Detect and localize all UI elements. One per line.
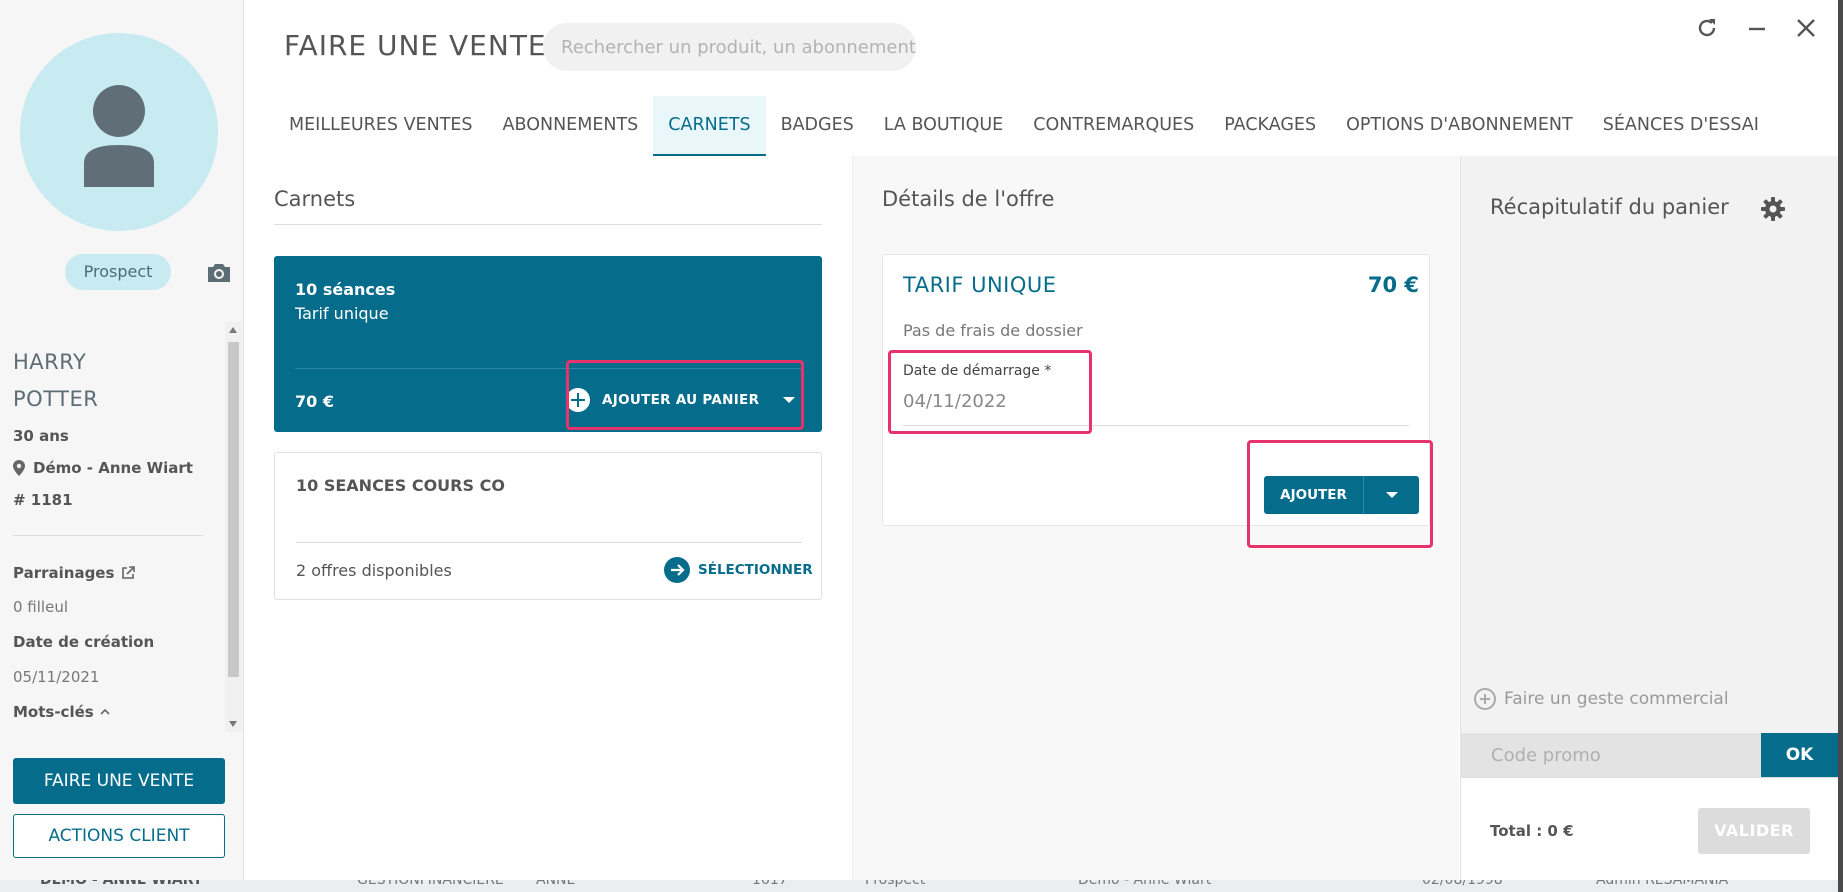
creation-date-label: Date de création: [13, 633, 155, 651]
offers-available: 2 offres disponibles: [296, 561, 452, 580]
tab-la-boutique[interactable]: LA BOUTIQUE: [869, 96, 1018, 156]
search-input[interactable]: [543, 23, 916, 71]
tab-options-d-abonnement[interactable]: OPTIONS D'ABONNEMENT: [1331, 96, 1588, 156]
page-title: FAIRE UNE VENTE: [284, 29, 547, 62]
tab-carnets[interactable]: CARNETS: [653, 96, 766, 156]
tab-séances-d-essai[interactable]: SÉANCES D'ESSAI: [1588, 96, 1774, 156]
highlight-box: [888, 350, 1092, 434]
tab-contremarques[interactable]: CONTREMARQUES: [1018, 96, 1209, 156]
arrow-right-circle-icon: [664, 557, 690, 583]
external-link-icon: [122, 566, 136, 579]
referrals-link[interactable]: Parrainages: [13, 564, 136, 582]
scroll-down-arrow-icon[interactable]: [229, 721, 237, 727]
offer-name: TARIF UNIQUE: [903, 273, 1057, 297]
keywords-label: Mots-clés: [13, 703, 94, 721]
select-label: SÉLECTIONNER: [698, 562, 813, 578]
commercial-gesture-label: Faire un geste commercial: [1504, 689, 1729, 709]
highlight-box: [566, 360, 804, 430]
client-last-name: POTTER: [13, 387, 99, 411]
tab-abonnements[interactable]: ABONNEMENTS: [488, 96, 654, 156]
sale-modal: Prospect HARRY POTTER 30 ans Démo - Anne…: [0, 0, 1838, 880]
avatar: [20, 33, 218, 231]
scrollbar-thumb[interactable]: [228, 342, 239, 677]
status-badge: Prospect: [65, 254, 171, 290]
commercial-gesture-link[interactable]: Faire un geste commercial: [1474, 688, 1729, 710]
validate-button[interactable]: VALIDER: [1698, 808, 1810, 854]
select-button[interactable]: SÉLECTIONNER: [664, 557, 813, 583]
close-icon[interactable]: [1793, 15, 1819, 41]
offer-details-title: Détails de l'offre: [882, 187, 1055, 211]
tab-badges[interactable]: BADGES: [766, 96, 869, 156]
keywords-toggle[interactable]: Mots-clés: [13, 703, 110, 721]
divider: [296, 542, 802, 543]
promo-ok-button[interactable]: OK: [1761, 733, 1838, 777]
divider: [274, 224, 822, 225]
cart-summary-title: Récapitulatif du panier: [1490, 195, 1729, 219]
chevron-up-icon: [100, 708, 110, 715]
client-club: Démo - Anne Wiart: [13, 459, 193, 477]
client-actions-button[interactable]: ACTIONS CLIENT: [13, 814, 225, 858]
location-pin-icon: [13, 460, 25, 476]
gear-icon[interactable]: [1760, 196, 1786, 222]
tab-packages[interactable]: PACKAGES: [1209, 96, 1331, 156]
offer-price: 70 €: [1367, 273, 1419, 297]
camera-icon[interactable]: [206, 262, 232, 284]
scroll-up-arrow-icon[interactable]: [229, 327, 237, 333]
client-id: # 1181: [13, 491, 73, 509]
highlight-box: [1247, 440, 1433, 548]
tab-meilleures-ventes[interactable]: MEILLEURES VENTES: [274, 96, 488, 156]
background-edge: [1838, 0, 1843, 892]
divider: [13, 535, 203, 536]
promo-code-input[interactable]: [1461, 733, 1761, 777]
client-age: 30 ans: [13, 427, 69, 445]
client-first-name: HARRY: [13, 350, 87, 374]
carnet-name: 10 SEANCES COURS CO: [296, 476, 505, 495]
client-profile-panel: Prospect HARRY POTTER 30 ans Démo - Anne…: [0, 0, 244, 880]
profile-scrollbar[interactable]: [225, 322, 242, 732]
carnet-name: 10 séances: [295, 280, 396, 299]
user-icon: [84, 85, 154, 187]
referrals-label: Parrainages: [13, 564, 115, 582]
carnets-section-title: Carnets: [274, 187, 356, 211]
referrals-value: 0 filleul: [13, 598, 68, 616]
minimize-icon[interactable]: [1744, 15, 1770, 41]
sell-button[interactable]: FAIRE UNE VENTE: [13, 758, 225, 804]
creation-date-value: 05/11/2021: [13, 668, 100, 686]
plus-circle-icon: [1474, 688, 1496, 710]
carnet-tariff: Tarif unique: [295, 304, 389, 323]
refresh-icon[interactable]: [1694, 15, 1720, 41]
offer-fees: Pas de frais de dossier: [903, 321, 1083, 340]
product-tabs: MEILLEURES VENTES ABONNEMENTS CARNETS BADGE…: [274, 96, 1774, 156]
cart-total: Total : 0 €: [1490, 822, 1574, 840]
carnet-price: 70 €: [295, 392, 334, 411]
client-club-name: Démo - Anne Wiart: [33, 459, 193, 477]
carnet-card[interactable]: 10 SEANCES COURS CO 2 offres disponibles…: [274, 452, 822, 600]
